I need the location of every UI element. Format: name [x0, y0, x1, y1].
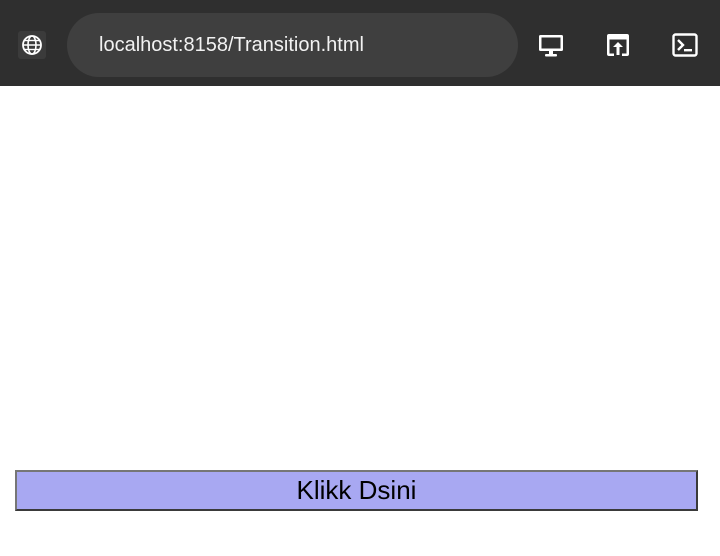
globe-icon[interactable] — [18, 31, 46, 59]
click-here-button[interactable]: Klikk Dsini — [15, 470, 698, 511]
browser-toolbar: localhost:8158/Transition.html — [0, 0, 720, 86]
url-text[interactable]: localhost:8158/Transition.html — [99, 34, 364, 57]
page-content: Klikk Dsini — [0, 86, 720, 556]
address-bar[interactable]: localhost:8158/Transition.html — [67, 13, 518, 77]
share-icon[interactable] — [603, 30, 633, 60]
desktop-icon[interactable] — [536, 30, 566, 60]
terminal-icon[interactable] — [670, 30, 700, 60]
